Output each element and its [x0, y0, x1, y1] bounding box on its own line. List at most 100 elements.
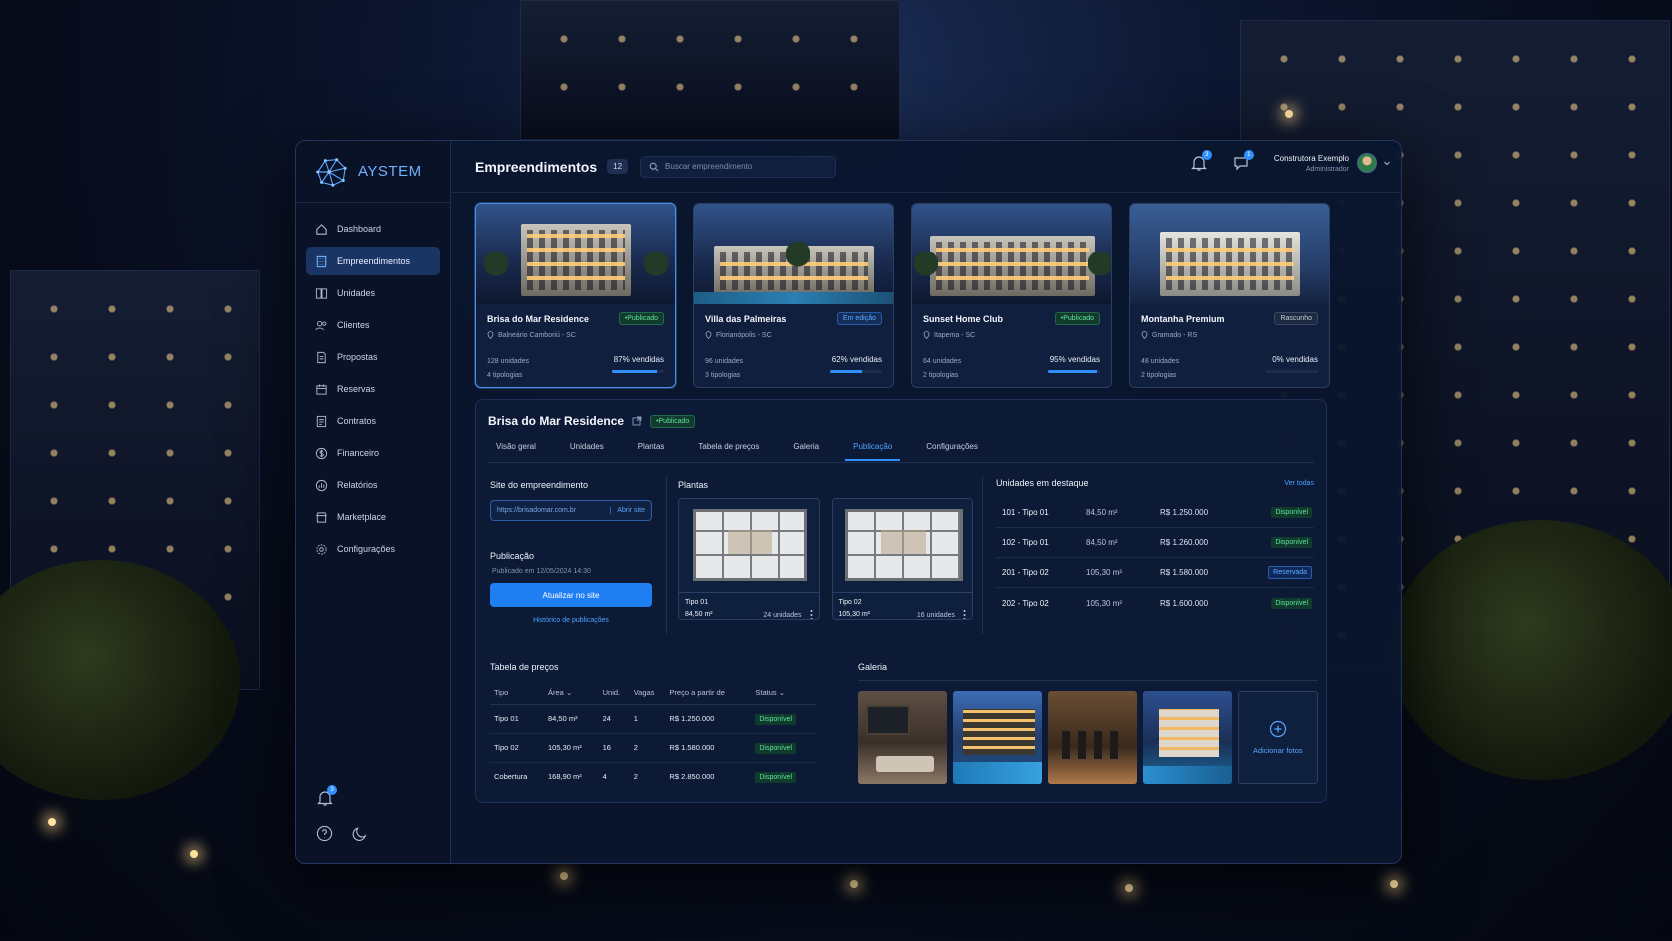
sidebar-item-label: Reservas [337, 384, 376, 394]
user-name: Construtora Exemplo [1273, 153, 1349, 163]
list-item[interactable]: 201 - Tipo 02 105,30 m² R$ 1.580.000 Res… [996, 558, 1314, 588]
search-input[interactable] [665, 162, 826, 171]
background-building-top [520, 0, 900, 140]
avatar[interactable] [1357, 153, 1377, 173]
location-pin-icon [923, 331, 930, 339]
table-cell: Tipo 01 [490, 704, 544, 734]
unit-name: 202 - Tipo 02 [1002, 598, 1049, 608]
sidebar-item-configuracoes[interactable]: Configurações [306, 535, 440, 563]
project-types: 3 tipologias [705, 372, 741, 379]
project-card-sunset[interactable]: Sunset Home Club •Publicado Itapema - SC… [911, 203, 1112, 388]
unit-name: 201 - Tipo 02 [1002, 568, 1049, 577]
column-header[interactable]: Área ⌄ [544, 682, 599, 705]
project-sold: 0% vendidas [1272, 355, 1318, 364]
see-all-link[interactable]: Ver todas [1284, 480, 1314, 487]
column-header[interactable]: Unid. [598, 682, 630, 705]
sidebar-item-reservas[interactable]: Reservas [306, 375, 440, 403]
plus-circle-icon [1269, 720, 1286, 738]
plan-area: 84,50 m² [685, 611, 713, 618]
table-row[interactable]: Tipo 02 105,30 m² 16 2 R$ 1.580.000 Disp… [490, 733, 816, 763]
status-badge: Rascunho [1274, 312, 1318, 325]
contract-icon [315, 415, 328, 428]
tab-plantas[interactable]: Plantas [630, 440, 673, 461]
moon-icon[interactable] [352, 825, 369, 842]
sidebar-item-contratos[interactable]: Contratos [306, 407, 440, 435]
column-header[interactable]: Vagas [629, 682, 666, 705]
notifications-button[interactable]: 3 [1190, 150, 1212, 172]
user-info[interactable]: Construtora Exemplo Administrador [1274, 154, 1349, 173]
table-cell: 4 [602, 772, 607, 782]
table-row[interactable]: Cobertura 168,90 m² 4 2 R$ 2.850.000 Dis… [490, 762, 816, 791]
column-header-label: Status [755, 688, 777, 698]
project-card-montanha[interactable]: Montanha Premium Rascunho Gramado - RS 4… [1129, 203, 1330, 388]
tab-unidades[interactable]: Unidades [562, 440, 612, 461]
list-item[interactable]: 102 - Tipo 01 84,50 m² R$ 1.260.000 Disp… [996, 528, 1314, 558]
more-vertical-icon[interactable] [810, 609, 813, 620]
column-header[interactable]: Tipo [490, 682, 544, 705]
sidebar-item-empreendimentos[interactable]: Empreendimentos [306, 247, 440, 275]
search-icon [649, 162, 659, 171]
project-types: 4 tipologias [487, 372, 523, 379]
add-photos-button[interactable]: Adicionar fotos [1237, 691, 1319, 784]
plan-name: Tipo 02 [838, 599, 862, 606]
column-header-label: Área [548, 688, 564, 698]
publication-history-link[interactable]: Histórico de publicações [490, 617, 652, 624]
chevron-down-icon[interactable] [1383, 159, 1391, 167]
featured-units-title: Unidades em destaque [996, 478, 1089, 488]
plan-card[interactable]: Tipo 02 105,30 m² 16 unidades [831, 498, 973, 620]
project-types: 2 tipologias [1141, 372, 1177, 379]
tab-configuracoes[interactable]: Configurações [918, 440, 986, 461]
sidebar-item-financeiro[interactable]: Financeiro [306, 439, 440, 467]
more-vertical-icon[interactable] [963, 609, 966, 620]
floor-plan-image [679, 499, 819, 593]
sidebar-item-marketplace[interactable]: Marketplace [306, 503, 440, 531]
help-icon[interactable] [316, 825, 333, 842]
sidebar-item-label: Propostas [337, 352, 378, 362]
messages-button[interactable]: 1 [1232, 150, 1254, 172]
project-location: Florianópolis - SC [716, 331, 772, 339]
gallery-photo[interactable] [1047, 691, 1137, 784]
gallery-photo[interactable] [952, 691, 1042, 784]
background-light [1390, 880, 1398, 888]
gallery-photo[interactable] [1142, 691, 1232, 784]
external-link-icon[interactable] [632, 416, 642, 426]
app-window: AYSTEM Dashboard Empreendimentos Unidade… [295, 140, 1402, 864]
list-item[interactable]: 202 - Tipo 02 105,30 m² R$ 1.600.000 Dis… [996, 588, 1314, 618]
update-site-button[interactable]: Atualizar no site [490, 583, 652, 607]
message-badge: 1 [1243, 150, 1254, 160]
table-cell: Cobertura [494, 772, 528, 782]
gallery-photo[interactable] [858, 691, 947, 784]
sidebar-item-propostas[interactable]: Propostas [306, 343, 440, 371]
background-light [560, 872, 568, 880]
list-item[interactable]: 101 - Tipo 01 84,50 m² R$ 1.250.000 Disp… [996, 498, 1314, 528]
column-header[interactable]: Status ⌄ [751, 682, 816, 705]
tab-visao-geral[interactable]: Visão geral [488, 440, 544, 461]
project-card-villa[interactable]: Villa das Palmeiras Em edição Florianópo… [693, 203, 894, 388]
project-photo [1130, 204, 1329, 304]
detail-tabs: Visão geral Unidades Plantas Tabela de p… [488, 440, 986, 461]
plan-units: 16 unidades [916, 611, 955, 619]
table-row[interactable]: Tipo 01 84,50 m² 24 1 R$ 1.250.000 Dispo… [490, 704, 816, 734]
tab-galeria[interactable]: Galeria [785, 440, 827, 461]
sidebar-item-unidades[interactable]: Unidades [306, 279, 440, 307]
document-icon [315, 351, 328, 364]
sidebar-item-relatorios[interactable]: Relatórios [306, 471, 440, 499]
table-cell: 1 [629, 704, 666, 734]
tab-publicacao[interactable]: Publicação [845, 440, 901, 461]
background-light [48, 818, 56, 826]
sidebar-item-clientes[interactable]: Clientes [306, 311, 440, 339]
site-url-field[interactable]: https://brisadomar.com.br Abrir site [490, 500, 652, 521]
site-url[interactable]: https://brisadomar.com.br [497, 507, 576, 514]
plan-card[interactable]: Tipo 01 84,50 m² 24 unidades [678, 498, 820, 620]
project-cards: Brisa do Mar Residence •Publicado Balneá… [475, 203, 1335, 388]
column-header[interactable]: Preço a partir de [665, 682, 752, 705]
search-box[interactable] [640, 155, 837, 178]
sidebar-item-dashboard[interactable]: Dashboard [306, 215, 440, 243]
logo[interactable]: AYSTEM [296, 141, 450, 203]
table-cell: 24 [598, 704, 630, 734]
gear-icon [315, 543, 328, 556]
tab-tabela-precos[interactable]: Tabela de preços [690, 440, 767, 461]
project-card-brisa[interactable]: Brisa do Mar Residence •Publicado Balneá… [475, 203, 676, 388]
project-detail-panel: Brisa do Mar Residence •Publicado Visão … [475, 399, 1327, 803]
open-site-button[interactable]: Abrir site [610, 507, 645, 514]
